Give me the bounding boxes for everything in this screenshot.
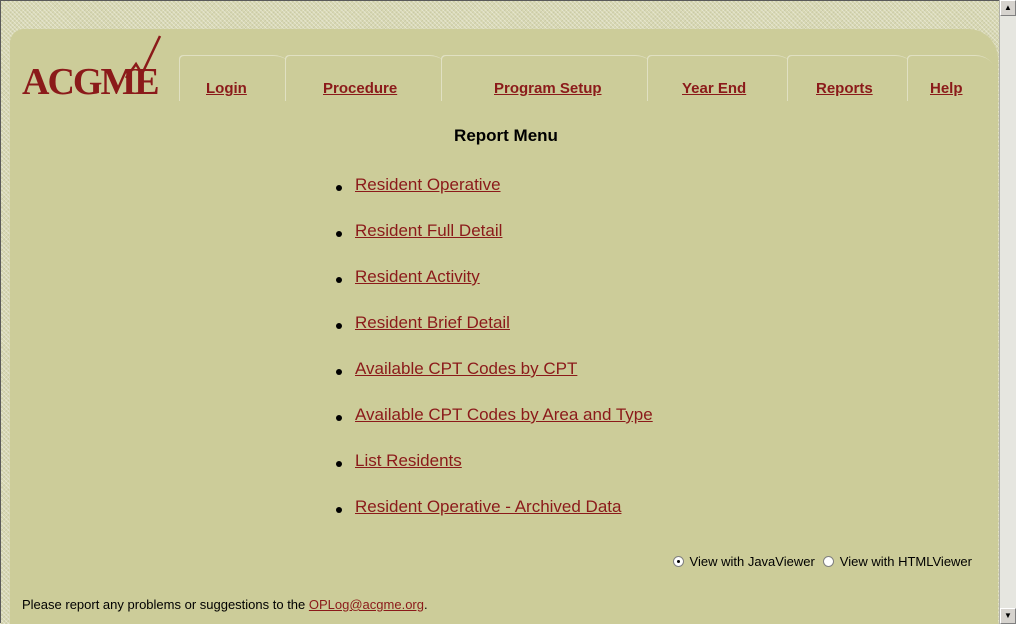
html-viewer-radio[interactable] bbox=[822, 556, 834, 567]
bullet-icon bbox=[336, 185, 342, 191]
html-viewer-label: View with HTMLViewer bbox=[839, 554, 972, 569]
tab-link-year-end[interactable]: Year End bbox=[682, 80, 746, 97]
report-link-list-residents[interactable]: List Residents bbox=[355, 451, 462, 471]
bullet-icon bbox=[336, 369, 342, 375]
tab-link-reports[interactable]: Reports bbox=[816, 80, 873, 97]
bullet-icon bbox=[336, 277, 342, 283]
page-title: Report Menu bbox=[454, 126, 558, 145]
bullet-icon bbox=[336, 323, 342, 329]
logo-checkmark-icon bbox=[124, 35, 162, 79]
tab-link-login[interactable]: Login bbox=[206, 80, 247, 97]
support-email-link[interactable]: OPLog@acgme.org bbox=[309, 597, 424, 612]
footer-message: Please report any problems or suggestion… bbox=[22, 597, 428, 612]
tab-link-help[interactable]: Help bbox=[930, 80, 963, 97]
footer-suffix: . bbox=[423, 597, 428, 612]
java-viewer-radio[interactable] bbox=[672, 556, 684, 567]
report-link-resident-operative[interactable]: Resident Operative bbox=[355, 175, 501, 195]
report-link-resident-brief-detail[interactable]: Resident Brief Detail bbox=[355, 313, 510, 333]
tab-link-procedure[interactable]: Procedure bbox=[323, 80, 397, 97]
report-link-resident-activity[interactable]: Resident Activity bbox=[355, 267, 480, 287]
bullet-icon bbox=[336, 507, 342, 513]
report-link-cpt-codes-by-area-type[interactable]: Available CPT Codes by Area and Type bbox=[355, 405, 653, 425]
scroll-down-arrow-icon[interactable]: ▼ bbox=[1000, 608, 1016, 624]
footer-text: Please report any problems or suggestion… bbox=[22, 597, 309, 612]
java-viewer-label: View with JavaViewer bbox=[689, 554, 815, 569]
scroll-up-arrow-icon[interactable]: ▲ bbox=[1000, 0, 1016, 16]
bullet-icon bbox=[336, 415, 342, 421]
bullet-icon bbox=[336, 461, 342, 467]
report-link-cpt-codes-by-cpt[interactable]: Available CPT Codes by CPT bbox=[355, 359, 577, 379]
vertical-scrollbar[interactable]: ▲ ▼ bbox=[999, 0, 1016, 624]
report-link-resident-full-detail[interactable]: Resident Full Detail bbox=[355, 221, 502, 241]
bullet-icon bbox=[336, 231, 342, 237]
viewer-options: View with JavaViewer View with HTMLViewe… bbox=[672, 554, 980, 569]
report-link-resident-operative-archived[interactable]: Resident Operative - Archived Data bbox=[355, 497, 621, 517]
tab-link-program-setup[interactable]: Program Setup bbox=[494, 80, 602, 97]
